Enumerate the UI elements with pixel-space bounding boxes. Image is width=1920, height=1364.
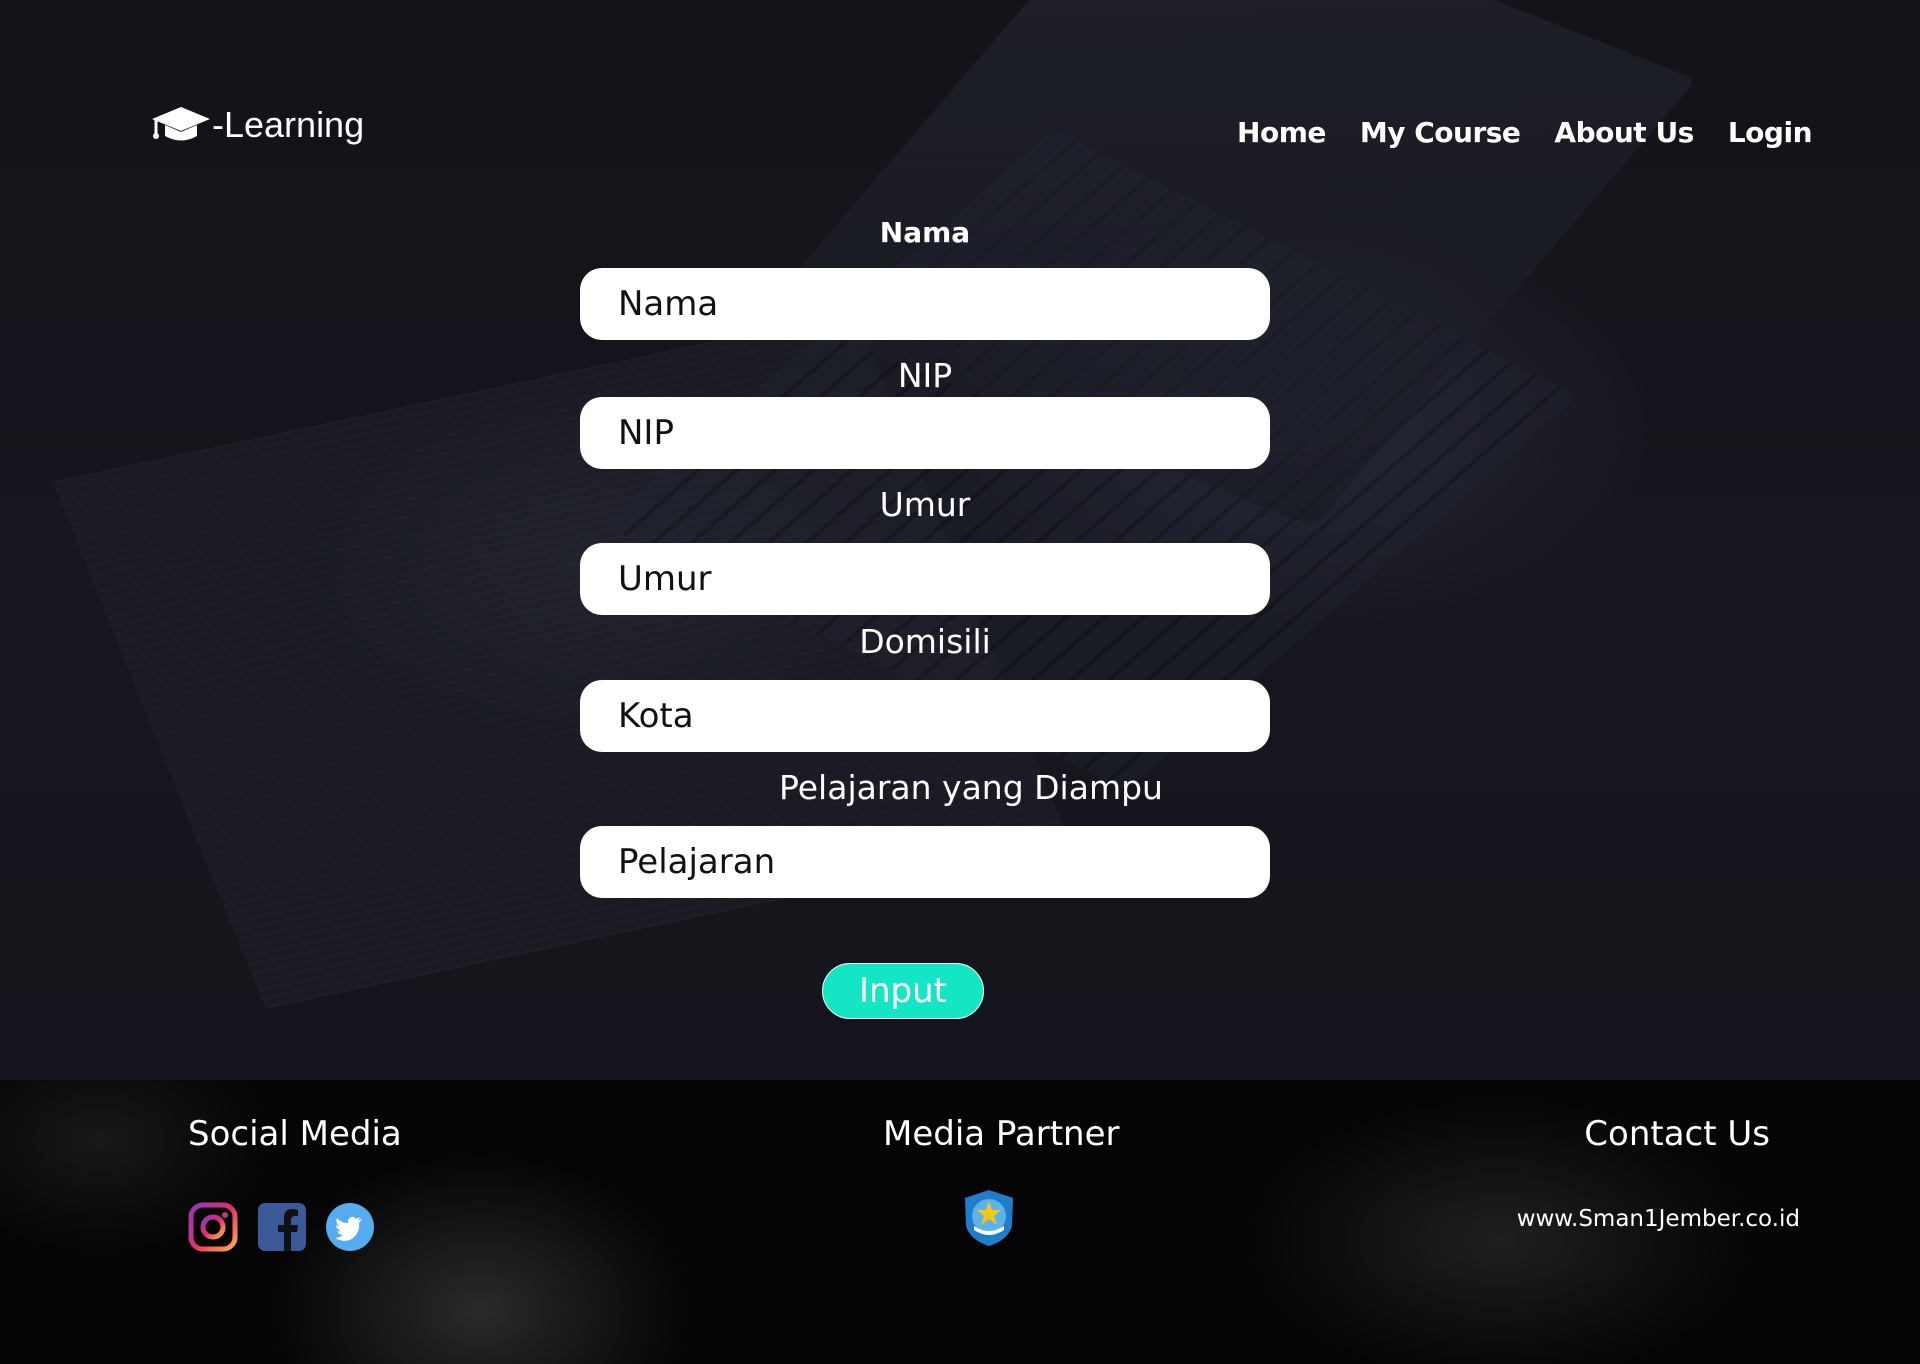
nav-login[interactable]: Login bbox=[1728, 116, 1813, 149]
domisili-label: Domisili bbox=[859, 622, 991, 661]
brand-name: -Learning bbox=[212, 104, 365, 145]
nav-home[interactable]: Home bbox=[1237, 116, 1326, 149]
graduation-cap-icon bbox=[150, 105, 212, 145]
footer: Social Media Media Partner Contact Us ww… bbox=[0, 1080, 1920, 1364]
nav-about-us[interactable]: About Us bbox=[1554, 116, 1694, 149]
nip-label: NIP bbox=[897, 356, 953, 395]
social-media-title: Social Media bbox=[188, 1114, 402, 1154]
twitter-icon[interactable] bbox=[326, 1203, 374, 1255]
domisili-input[interactable] bbox=[580, 680, 1270, 752]
pelajaran-input[interactable] bbox=[580, 826, 1270, 898]
nama-input[interactable] bbox=[580, 268, 1270, 340]
social-links bbox=[188, 1202, 374, 1256]
main-nav: Home My Course About Us Login bbox=[1237, 116, 1812, 149]
instagram-icon[interactable] bbox=[188, 1202, 238, 1256]
background-overlay bbox=[0, 0, 1920, 1080]
contact-us-title: Contact Us bbox=[1584, 1114, 1770, 1154]
kemendikbud-logo bbox=[960, 1188, 1018, 1252]
facebook-icon[interactable] bbox=[258, 1203, 306, 1255]
hero-background bbox=[0, 0, 1920, 1080]
contact-website-link[interactable]: www.Sman1Jember.co.id bbox=[1517, 1206, 1800, 1232]
pelajaran-label: Pelajaran yang Diampu bbox=[779, 768, 1163, 807]
nip-input[interactable] bbox=[580, 397, 1270, 469]
nav-my-course[interactable]: My Course bbox=[1360, 116, 1521, 149]
nama-label: Nama bbox=[879, 216, 971, 249]
umur-input[interactable] bbox=[580, 543, 1270, 615]
umur-label: Umur bbox=[879, 485, 971, 524]
media-partner-title: Media Partner bbox=[883, 1114, 1120, 1154]
input-button[interactable]: Input bbox=[822, 963, 984, 1019]
brand-logo[interactable]: -Learning bbox=[150, 104, 364, 146]
